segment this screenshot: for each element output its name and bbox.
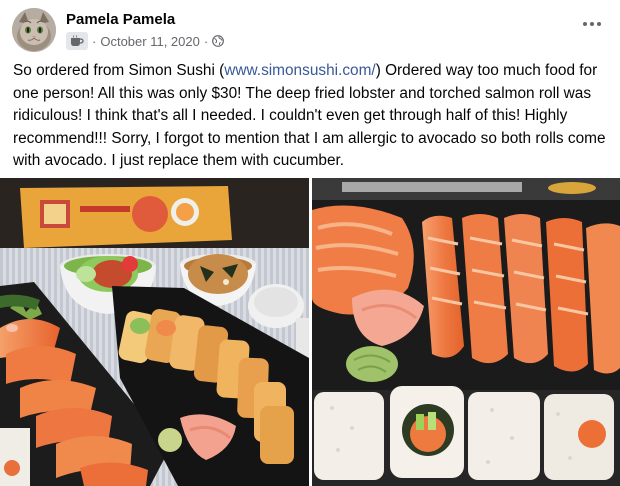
post-text-before-link: So ordered from Simon Sushi (: [13, 62, 225, 79]
globe-icon[interactable]: [212, 35, 225, 47]
photo-sushi-spread[interactable]: [0, 178, 309, 486]
post-meta: · October 11, 2020 ·: [66, 32, 225, 50]
post-date[interactable]: October 11, 2020: [100, 34, 200, 49]
post-header: Pamela Pamela · October 11, 2020 ·: [12, 8, 608, 52]
author-name[interactable]: Pamela Pamela: [66, 11, 175, 28]
post-text: So ordered from Simon Sushi (www.simonsu…: [13, 60, 613, 173]
more-options-button[interactable]: [578, 14, 606, 34]
salmon-sashimi-image: [312, 178, 620, 486]
author-avatar[interactable]: [12, 8, 56, 52]
cat-avatar-icon: [12, 8, 56, 52]
meta-separator: ·: [92, 33, 97, 49]
coffee-cup-icon[interactable]: [66, 32, 88, 50]
meta-separator-2: ·: [203, 33, 209, 49]
sushi-spread-image: [0, 178, 309, 486]
facebook-post: Pamela Pamela · October 11, 2020 · So or…: [0, 0, 620, 486]
simon-sushi-link[interactable]: www.simonsushi.com/: [224, 62, 375, 79]
more-options-icon: [583, 22, 587, 26]
photo-salmon-sashimi[interactable]: [312, 178, 620, 486]
